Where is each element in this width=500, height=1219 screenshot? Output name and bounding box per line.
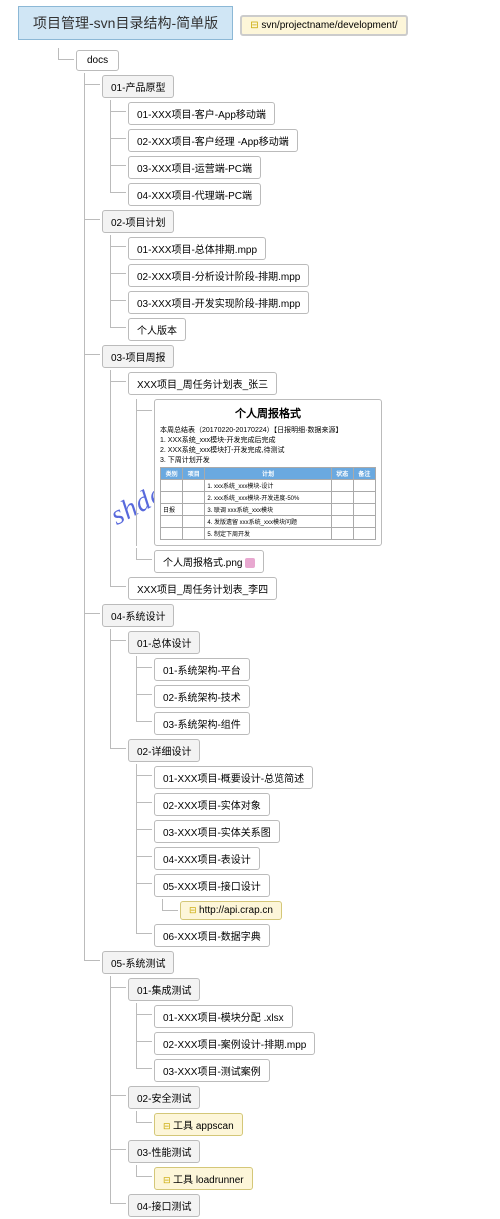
weekly-report-li[interactable]: XXX项目_周任务计划表_李四 bbox=[128, 577, 277, 600]
folder-01[interactable]: 01-产品原型 bbox=[102, 75, 174, 98]
item[interactable]: 01-XXX项目-模块分配 .xlsx bbox=[154, 1005, 293, 1028]
docs-node[interactable]: docs bbox=[76, 50, 119, 71]
tree-root: docs 01-产品原型 01-XXX项目-客户-App移动端 02-XXX项目… bbox=[58, 48, 500, 1219]
item[interactable]: 03-XXX项目-实体关系图 bbox=[154, 820, 280, 843]
item[interactable]: 01-XXX项目-概要设计-总览简述 bbox=[154, 766, 313, 789]
item[interactable]: 03-XXX项目-运营端-PC端 bbox=[128, 156, 261, 179]
item[interactable]: 06-XXX项目-数据字典 bbox=[154, 924, 270, 947]
item[interactable]: 03-XXX项目-开发实现阶段-排期.mpp bbox=[128, 291, 309, 314]
item[interactable]: 02-XXX项目-分析设计阶段-排期.mpp bbox=[128, 264, 309, 287]
preview-header: 本周总结表（20170220-20170224）【日报明细·数据来源】 bbox=[160, 425, 376, 435]
note-api[interactable]: http://api.crap.cn bbox=[180, 901, 282, 920]
item[interactable]: 02-XXX项目-客户经理 -App移动端 bbox=[128, 129, 298, 152]
folder-04[interactable]: 04-系统设计 bbox=[102, 604, 174, 627]
weekly-report-zhang[interactable]: XXX项目_周任务计划表_张三 bbox=[128, 372, 277, 395]
folder-03[interactable]: 03-项目周报 bbox=[102, 345, 174, 368]
folder-integration[interactable]: 01-集成测试 bbox=[128, 978, 200, 1001]
item[interactable]: 04-XXX项目-表设计 bbox=[154, 847, 260, 870]
preview-bullet: 3. 下周计划开发 bbox=[160, 455, 376, 465]
folder-02[interactable]: 02-项目计划 bbox=[102, 210, 174, 233]
item[interactable]: 02-XXX项目-案例设计-排期.mpp bbox=[154, 1032, 315, 1055]
preview-file[interactable]: 个人周报格式.png bbox=[154, 550, 264, 573]
folder-api-test[interactable]: 04-接口测试 bbox=[128, 1194, 200, 1217]
note-loadrunner[interactable]: 工具 loadrunner bbox=[154, 1167, 253, 1190]
preview-title: 个人周报格式 bbox=[158, 403, 378, 423]
item[interactable]: 03-XXX项目-测试案例 bbox=[154, 1059, 270, 1082]
root-path: svn/projectname/development/ bbox=[240, 15, 407, 36]
item[interactable]: 02-系统架构-技术 bbox=[154, 685, 250, 708]
folder-overall[interactable]: 01-总体设计 bbox=[128, 631, 200, 654]
item[interactable]: 01-XXX项目-总体排期.mpp bbox=[128, 237, 266, 260]
item[interactable]: 01-系统架构-平台 bbox=[154, 658, 250, 681]
folder-perf[interactable]: 03-性能测试 bbox=[128, 1140, 200, 1163]
item[interactable]: 03-系统架构-组件 bbox=[154, 712, 250, 735]
download-icon[interactable] bbox=[245, 558, 255, 568]
preview-bullet: 1. XXX系统_xxx模块-开发完成后完成 bbox=[160, 435, 376, 445]
preview-panel: 个人周报格式 本周总结表（20170220-20170224）【日报明细·数据来… bbox=[154, 399, 382, 546]
item[interactable]: 02-XXX项目-实体对象 bbox=[154, 793, 270, 816]
item[interactable]: 01-XXX项目-客户-App移动端 bbox=[128, 102, 275, 125]
folder-05[interactable]: 05-系统测试 bbox=[102, 951, 174, 974]
preview-table: 类别项目计划状态备注 1. xxx系统_xxx模块-设计 2. xxx系统_xx… bbox=[160, 467, 376, 540]
preview-bullet: 2. XXX系统_xxx模块打-开发完成,待测试 bbox=[160, 445, 376, 455]
item[interactable]: 05-XXX项目-接口设计 bbox=[154, 874, 270, 897]
item[interactable]: 04-XXX项目-代理端-PC端 bbox=[128, 183, 261, 206]
folder-security[interactable]: 02-安全测试 bbox=[128, 1086, 200, 1109]
note-appscan[interactable]: 工具 appscan bbox=[154, 1113, 243, 1136]
folder-detail[interactable]: 02-详细设计 bbox=[128, 739, 200, 762]
item[interactable]: 个人版本 bbox=[128, 318, 186, 341]
page-title: 项目管理-svn目录结构-简单版 bbox=[18, 6, 233, 40]
